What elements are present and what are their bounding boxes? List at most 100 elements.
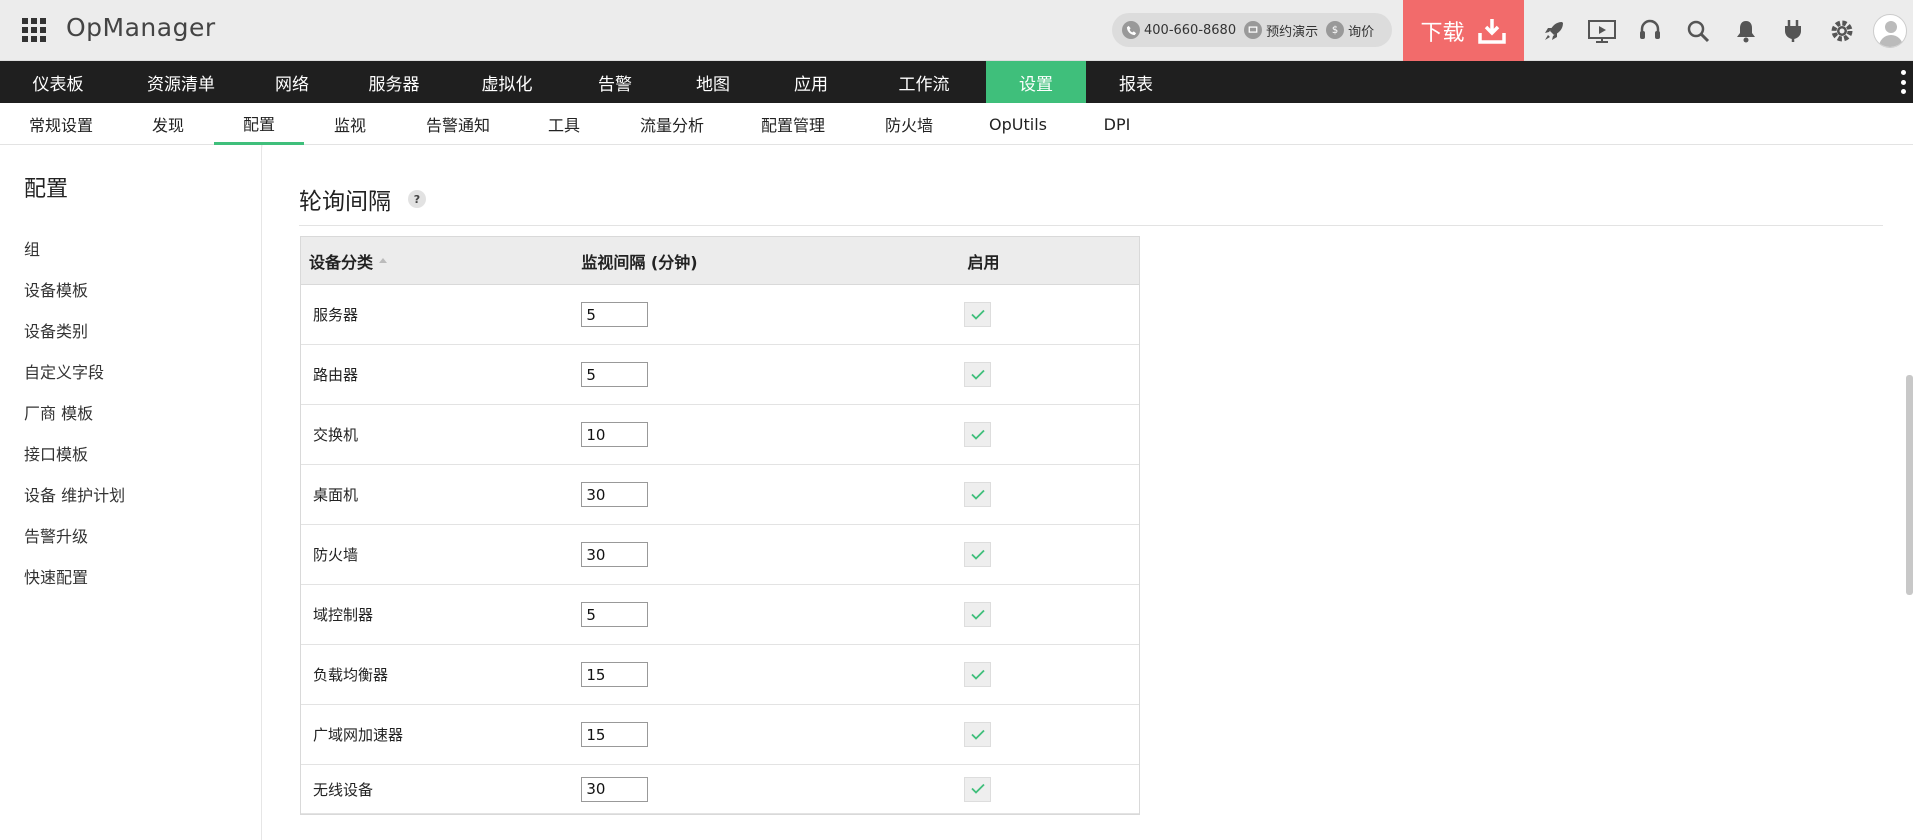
enabled-checkbox[interactable] <box>964 362 992 387</box>
more-menu-icon[interactable] <box>1901 70 1907 94</box>
tab-flow-analysis[interactable]: 流量分析 <box>622 103 722 145</box>
sidebar-item-alarm-escalation[interactable]: 告警升级 <box>24 523 88 547</box>
nav-apps[interactable]: 应用 <box>760 61 862 103</box>
table-row: 广域网加速器 <box>301 705 1139 765</box>
interval-input[interactable] <box>581 482 649 507</box>
tab-monitoring[interactable]: 监视 <box>312 103 388 145</box>
rocket-icon[interactable] <box>1530 0 1578 61</box>
plug-icon[interactable] <box>1770 0 1818 61</box>
phone-link[interactable]: 400-660-8680 <box>1122 21 1236 39</box>
enabled-checkbox[interactable] <box>964 302 992 327</box>
enabled-checkbox[interactable] <box>964 722 992 747</box>
nav-inventory[interactable]: 资源清单 <box>116 61 246 103</box>
enabled-checkbox[interactable] <box>964 482 992 507</box>
demo-icon <box>1244 21 1263 39</box>
search-icon[interactable] <box>1674 0 1722 61</box>
table-row: 负载均衡器 <box>301 645 1139 705</box>
sidebar-item-custom-fields[interactable]: 自定义字段 <box>24 359 104 383</box>
enabled-checkbox[interactable] <box>964 542 992 567</box>
interval-input[interactable] <box>581 602 649 627</box>
download-label: 下载 <box>1420 20 1465 46</box>
help-icon[interactable]: ? <box>408 190 426 208</box>
interval-cell <box>580 542 952 567</box>
device-category: 路由器 <box>313 366 359 384</box>
interval-input[interactable] <box>581 422 649 447</box>
enabled-cell <box>952 422 1139 447</box>
nav-settings[interactable]: 设置 <box>986 61 1086 103</box>
main-content: 轮询间隔 ? 设备分类 监视间隔 (分钟) 启用 服务器路由器交换机桌面机防火墙… <box>263 145 1913 840</box>
page-scrollbar[interactable] <box>1906 375 1913 595</box>
interval-cell <box>580 482 952 507</box>
sidebar-item-maintenance[interactable]: 设备 维护计划 <box>24 482 125 506</box>
enabled-cell <box>952 776 1139 802</box>
device-category: 域控制器 <box>313 606 374 624</box>
sort-asc-icon[interactable] <box>379 258 388 263</box>
phone-icon <box>1122 21 1140 39</box>
enabled-checkbox[interactable] <box>964 662 992 687</box>
headset-icon[interactable] <box>1626 0 1674 61</box>
enabled-checkbox[interactable] <box>964 776 992 802</box>
interval-input[interactable] <box>581 362 649 387</box>
tab-config-management[interactable]: 配置管理 <box>743 103 843 145</box>
nav-workflow[interactable]: 工作流 <box>862 61 986 103</box>
gear-icon[interactable] <box>1818 0 1866 61</box>
tab-discovery[interactable]: 发现 <box>130 103 206 145</box>
presentation-icon[interactable] <box>1578 0 1626 61</box>
demo-link[interactable]: 预约演示 <box>1244 21 1318 40</box>
enabled-cell <box>952 482 1139 507</box>
sidebar-item-quick-config[interactable]: 快速配置 <box>24 564 88 588</box>
header-enabled-label: 启用 <box>967 252 1000 272</box>
interval-input[interactable] <box>581 662 649 687</box>
tab-general-settings[interactable]: 常规设置 <box>18 103 104 145</box>
tab-configuration[interactable]: 配置 <box>214 103 304 145</box>
nav-reports[interactable]: 报表 <box>1086 61 1186 103</box>
checkmark-icon <box>971 606 985 624</box>
sidebar-item-interface-templates[interactable]: 接口模板 <box>24 441 88 465</box>
device-category: 桌面机 <box>313 486 359 504</box>
header-category[interactable]: 设备分类 <box>301 249 580 273</box>
avatar <box>1873 13 1907 48</box>
checkmark-icon <box>971 546 985 564</box>
enabled-cell <box>952 542 1139 567</box>
nav-virtualization[interactable]: 虚拟化 <box>450 61 564 103</box>
nav-maps[interactable]: 地图 <box>666 61 760 103</box>
bell-icon[interactable] <box>1722 0 1770 61</box>
interval-input[interactable] <box>581 302 649 327</box>
user-avatar[interactable] <box>1866 0 1913 61</box>
phone-number: 400-660-8680 <box>1144 22 1237 38</box>
tab-oputils[interactable]: OpUtils <box>972 103 1064 145</box>
nav-network[interactable]: 网络 <box>246 61 338 103</box>
page-title: 轮询间隔 <box>299 189 391 215</box>
header-enabled: 启用 <box>952 249 1139 273</box>
download-button[interactable]: 下载 <box>1403 0 1524 61</box>
interval-cell <box>580 776 952 802</box>
checkmark-icon <box>971 666 985 684</box>
interval-input[interactable] <box>581 776 649 802</box>
app-grid-icon[interactable] <box>22 18 46 42</box>
tab-tools[interactable]: 工具 <box>526 103 602 145</box>
table-row: 路由器 <box>301 345 1139 405</box>
sidebar-item-vendor-templates[interactable]: 厂商 模板 <box>24 400 93 424</box>
enabled-checkbox[interactable] <box>964 602 992 627</box>
interval-cell <box>580 302 952 327</box>
sidebar-item-device-categories[interactable]: 设备类别 <box>24 318 88 342</box>
nav-servers[interactable]: 服务器 <box>338 61 450 103</box>
table-row: 防火墙 <box>301 525 1139 585</box>
device-category: 负载均衡器 <box>313 666 389 684</box>
interval-input[interactable] <box>581 542 649 567</box>
enabled-checkbox[interactable] <box>964 422 992 447</box>
tab-notifications[interactable]: 告警通知 <box>408 103 508 145</box>
sidebar-item-groups[interactable]: 组 <box>24 236 40 260</box>
tab-firewall[interactable]: 防火墙 <box>866 103 952 145</box>
checkmark-icon <box>971 426 985 444</box>
checkmark-icon <box>971 486 985 504</box>
app-logo[interactable]: OpManager <box>66 13 216 42</box>
sidebar-item-device-templates[interactable]: 设备模板 <box>24 277 88 301</box>
device-category: 广域网加速器 <box>313 726 404 744</box>
header-category-label: 设备分类 <box>309 252 374 272</box>
quote-link[interactable]: $ 询价 <box>1326 21 1374 40</box>
nav-dashboard[interactable]: 仪表板 <box>0 61 116 103</box>
nav-alarms[interactable]: 告警 <box>564 61 666 103</box>
interval-input[interactable] <box>581 722 649 747</box>
tab-dpi[interactable]: DPI <box>1086 103 1148 145</box>
